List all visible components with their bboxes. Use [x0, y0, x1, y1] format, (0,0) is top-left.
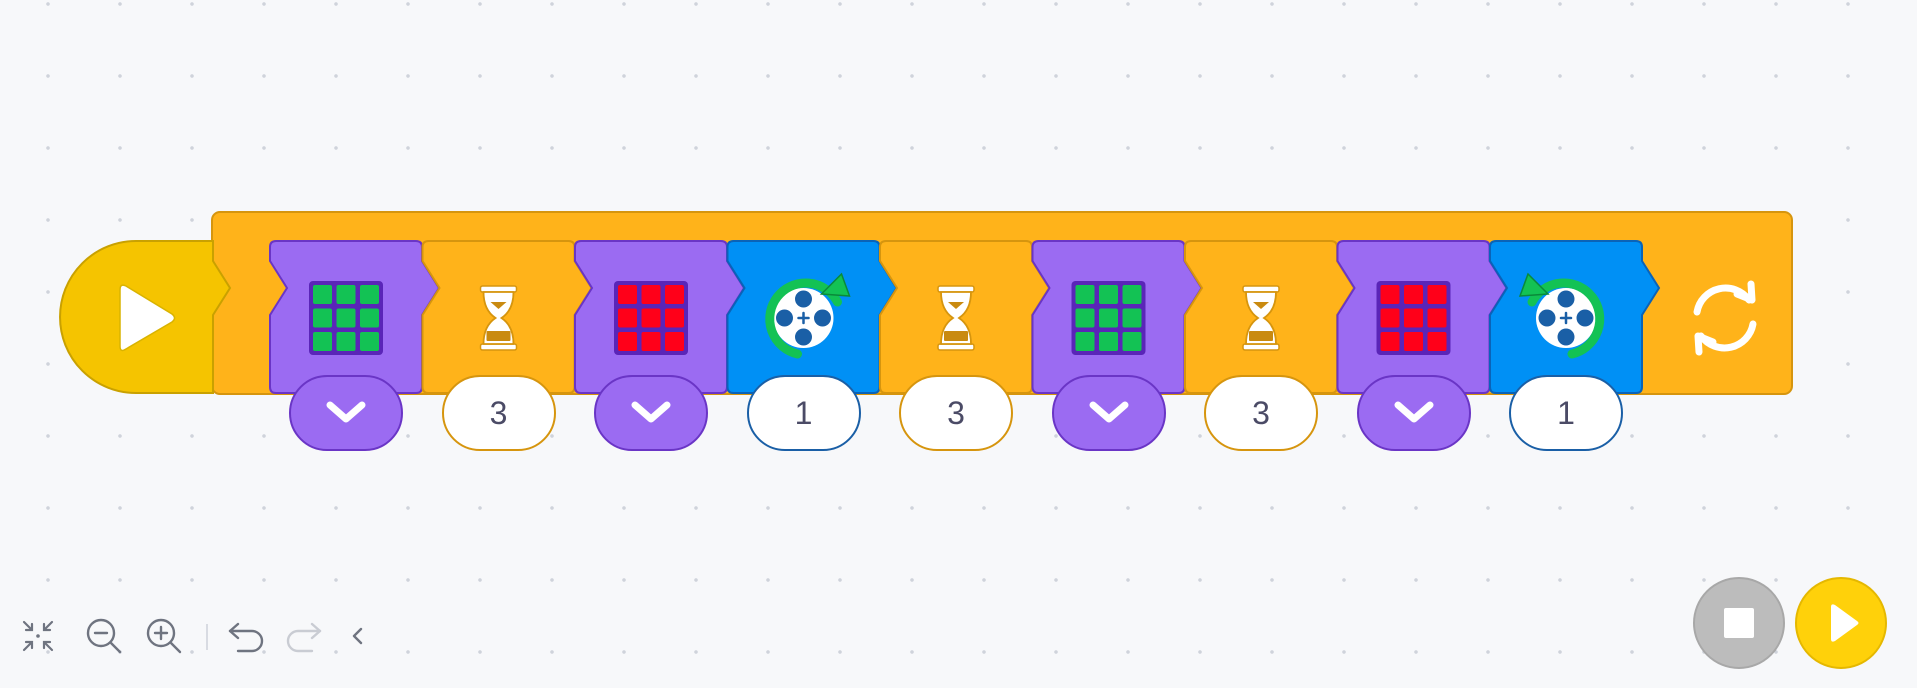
fit-to-screen-button[interactable] [18, 616, 58, 656]
start-block[interactable] [59, 240, 232, 394]
wait-seconds-input[interactable]: 3 [1204, 375, 1318, 451]
light-block[interactable] [269, 240, 441, 394]
light-matrix-icon [309, 281, 383, 355]
light-pattern-dropdown[interactable] [1051, 375, 1166, 451]
zoom-in-button[interactable] [144, 616, 184, 656]
light-block[interactable] [1031, 240, 1203, 394]
undo-button[interactable] [226, 616, 266, 656]
toolbar-divider [206, 624, 208, 650]
light-matrix-icon [1376, 281, 1451, 355]
undo-icon [228, 622, 264, 653]
collapse-toolbar-button[interactable] [338, 616, 378, 656]
light-pattern-dropdown[interactable] [289, 375, 403, 451]
light-block[interactable] [574, 240, 746, 394]
chevron-down-icon [1394, 401, 1433, 423]
motor-block[interactable] [726, 240, 898, 394]
redo-button[interactable] [284, 616, 324, 656]
chevron-down-icon [1089, 401, 1128, 423]
chevron-down-icon [326, 401, 366, 423]
chevron-down-icon [631, 401, 671, 423]
motor-rotations-input[interactable]: 1 [746, 375, 861, 451]
zoom-out-button[interactable] [84, 616, 124, 656]
light-block[interactable] [1336, 240, 1508, 394]
wait-seconds-input[interactable]: 3 [899, 375, 1013, 451]
program-canvas [59, 211, 1793, 395]
zoom-in-icon [146, 618, 182, 654]
zoom-out-icon [86, 618, 122, 654]
stop-button[interactable] [1693, 577, 1785, 669]
light-pattern-dropdown[interactable] [1356, 375, 1471, 451]
wait-block[interactable] [1184, 240, 1356, 394]
shrink-arrows-icon [22, 620, 54, 652]
light-matrix-icon [614, 281, 688, 355]
wait-block[interactable] [421, 240, 593, 394]
wait-seconds-input[interactable]: 3 [441, 375, 556, 451]
motor-block[interactable] [1489, 240, 1661, 394]
wait-block[interactable] [879, 240, 1051, 394]
chevron-left-icon [352, 627, 363, 645]
light-matrix-icon [1071, 281, 1146, 355]
motor-rotations-input[interactable]: 1 [1509, 375, 1623, 451]
light-pattern-dropdown[interactable] [594, 375, 708, 451]
stop-square-icon [1724, 608, 1754, 638]
redo-icon [286, 622, 322, 653]
run-button[interactable] [1795, 577, 1887, 669]
play-triangle-icon [1831, 604, 1859, 642]
